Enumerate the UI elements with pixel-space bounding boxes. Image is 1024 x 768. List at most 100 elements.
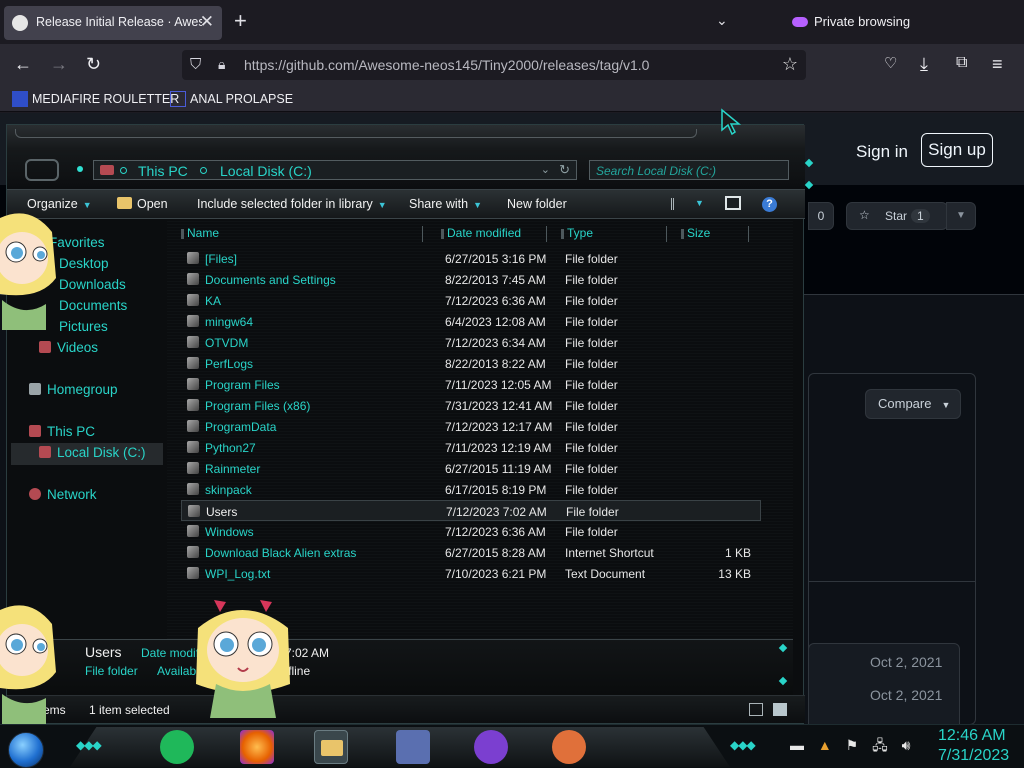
- file-explorer-window[interactable]: This PC Local Disk (C:) ⌄ ↻ Search Local…: [6, 124, 805, 724]
- flag-icon[interactable]: ⚑: [846, 737, 859, 753]
- tracking-protection-shield-icon[interactable]: ⛉: [190, 56, 201, 73]
- file-date-modified: 6/27/2015 8:28 AM: [445, 546, 546, 560]
- file-row[interactable]: [Files] 6/27/2015 3:16 PM File folder: [181, 248, 761, 269]
- file-row[interactable]: WPI_Log.txt 7/10/2023 6:21 PM Text Documen…: [181, 563, 761, 584]
- downloads-icon[interactable]: ⤓: [920, 54, 928, 75]
- file-row[interactable]: Program Files (x86) 7/31/2023 12:41 AM Fil…: [181, 395, 761, 416]
- url-bar[interactable]: ⛉ 🔒︎ https://github.com/Awesome-neos145/…: [182, 50, 806, 80]
- refresh-icon[interactable]: ↻: [559, 162, 570, 178]
- clock-time[interactable]: 12:46 AM: [938, 727, 1006, 745]
- back-forward-orb[interactable]: [25, 159, 59, 181]
- star-button[interactable]: ☆ Star 1: [846, 202, 948, 230]
- reload-icon[interactable]: ↻: [86, 54, 101, 75]
- nav-homegroup[interactable]: Homegroup: [29, 382, 118, 397]
- file-row[interactable]: Python27 7/11/2023 12:19 AM File folder: [181, 437, 761, 458]
- compare-label: Compare: [878, 396, 932, 411]
- private-firefox-icon[interactable]: [474, 730, 508, 764]
- fork-count[interactable]: 0: [808, 202, 834, 230]
- media-app-icon[interactable]: [552, 730, 586, 764]
- file-date-modified: 7/12/2023 6:36 AM: [445, 294, 546, 308]
- file-type-icon: [187, 294, 199, 306]
- file-list-pane[interactable]: Name Date modified Type Size [Files] 6/27…: [167, 219, 793, 639]
- github-icon: [12, 15, 28, 31]
- column-header-date[interactable]: Date modified: [441, 226, 547, 242]
- nav-videos[interactable]: Videos: [39, 340, 98, 355]
- file-row[interactable]: Program Files 7/11/2023 12:05 AM File fold…: [181, 374, 761, 395]
- file-row[interactable]: Download Black Alien extras 6/27/2015 8:2…: [181, 542, 761, 563]
- open-button[interactable]: Open: [117, 197, 168, 211]
- extensions-icon[interactable]: ⧉: [956, 54, 967, 72]
- file-row[interactable]: Users 7/12/2023 7:02 AM File folder: [181, 500, 761, 521]
- lock-icon[interactable]: 🔒︎: [218, 56, 225, 73]
- system-tray: ▬ ▲ ⚑ 🖧︎ 🔊︎: [790, 735, 910, 759]
- bookmark-star-icon[interactable]: ☆: [782, 54, 798, 75]
- nav-desktop[interactable]: Desktop: [59, 256, 109, 271]
- sign-up-button[interactable]: Sign up: [921, 133, 993, 167]
- notes-app-icon[interactable]: [160, 730, 194, 764]
- star-dropdown-caret-icon[interactable]: ▼: [946, 202, 976, 230]
- nav-pictures[interactable]: Pictures: [59, 319, 108, 334]
- tray-app-icon[interactable]: ▲: [818, 737, 832, 753]
- column-header-type[interactable]: Type: [561, 226, 667, 242]
- action-center-icon[interactable]: ▬: [790, 737, 804, 753]
- pocket-icon[interactable]: ♡: [884, 54, 897, 72]
- network-icon[interactable]: 🖧︎: [872, 737, 888, 753]
- clock-date[interactable]: 7/31/2023: [938, 747, 1009, 765]
- explorer-title-frame[interactable]: [7, 125, 805, 149]
- bookmark-mediafire[interactable]: MEDIAFIRE ROULETTER: [12, 91, 179, 107]
- nav-network[interactable]: Network: [29, 487, 97, 502]
- nav-this-pc[interactable]: This PC: [29, 424, 95, 439]
- breadcrumb-this-pc[interactable]: This PC: [138, 163, 188, 179]
- file-explorer-taskbar-icon[interactable]: [314, 730, 348, 764]
- file-type: File folder: [565, 273, 618, 287]
- details-view-icon[interactable]: [749, 703, 763, 716]
- close-tab-icon[interactable]: ✕: [200, 12, 214, 32]
- address-dropdown-chevron-icon[interactable]: ⌄: [541, 163, 550, 176]
- search-placeholder[interactable]: Search Local Disk (C:): [596, 164, 716, 178]
- start-orb-icon[interactable]: [8, 732, 44, 768]
- file-row[interactable]: mingw64 6/4/2023 12:08 AM File folder: [181, 311, 761, 332]
- address-bar[interactable]: This PC Local Disk (C:) ⌄ ↻: [93, 160, 577, 180]
- new-folder-button[interactable]: New folder: [507, 197, 567, 211]
- firefox-icon[interactable]: [240, 730, 274, 764]
- file-row[interactable]: OTVDM 7/12/2023 6:34 AM File folder: [181, 332, 761, 353]
- bookmark-second[interactable]: ANAL PROLAPSE: [170, 91, 293, 107]
- include-in-library-button[interactable]: Include selected folder in library ▼: [197, 197, 387, 211]
- volume-icon[interactable]: 🔊︎: [902, 737, 911, 753]
- file-type-icon: [188, 505, 200, 517]
- nav-local-disk[interactable]: Local Disk (C:): [39, 445, 146, 460]
- caret-down-icon[interactable]: ▼: [695, 198, 704, 208]
- file-row[interactable]: Documents and Settings 8/22/2013 7:45 AM F…: [181, 269, 761, 290]
- file-row[interactable]: KA 7/12/2023 6:36 AM File folder: [181, 290, 761, 311]
- file-row[interactable]: Windows 7/12/2023 6:36 AM File folder: [181, 521, 761, 542]
- column-header-name[interactable]: Name: [181, 226, 423, 242]
- file-type: File folder: [565, 336, 618, 350]
- preview-pane-icon[interactable]: [725, 196, 741, 210]
- nav-downloads[interactable]: Downloads: [59, 277, 126, 292]
- cartoon-character-sticker: [0, 213, 56, 330]
- url-text[interactable]: https://github.com/Awesome-neos145/Tiny2…: [244, 57, 649, 73]
- recent-locations-dot-icon[interactable]: [77, 166, 83, 172]
- nav-documents[interactable]: Documents: [59, 298, 127, 313]
- breadcrumb-separator-icon[interactable]: [200, 167, 207, 174]
- compare-button[interactable]: Compare ▼: [865, 389, 961, 419]
- file-row[interactable]: ProgramData 7/12/2023 12:17 AM File folder: [181, 416, 761, 437]
- new-tab-button[interactable]: +: [234, 8, 247, 34]
- column-header-size[interactable]: Size: [681, 226, 749, 242]
- forward-arrow-icon[interactable]: →: [50, 54, 68, 75]
- browser-tab[interactable]: Release Initial Release · Awesome-neos14…: [4, 6, 222, 40]
- control-panel-icon[interactable]: [396, 730, 430, 764]
- sign-in-link[interactable]: Sign in: [856, 142, 908, 162]
- back-arrow-icon[interactable]: ←: [14, 54, 32, 75]
- search-box[interactable]: Search Local Disk (C:): [589, 160, 789, 180]
- menu-hamburger-icon[interactable]: ≡: [992, 54, 1003, 75]
- breadcrumb-separator-icon[interactable]: [120, 167, 127, 174]
- breadcrumb-local-disk[interactable]: Local Disk (C:): [220, 163, 312, 179]
- file-row[interactable]: Rainmeter 6/27/2015 11:19 AM File folder: [181, 458, 761, 479]
- file-row[interactable]: skinpack 6/17/2015 8:19 PM File folder: [181, 479, 761, 500]
- file-row[interactable]: PerfLogs 8/22/2013 8:22 AM File folder: [181, 353, 761, 374]
- share-with-button[interactable]: Share with ▼: [409, 197, 482, 211]
- large-icons-view-icon[interactable]: [773, 703, 787, 716]
- change-view-icon[interactable]: [671, 198, 685, 210]
- list-tabs-chevron-icon[interactable]: ⌄: [716, 12, 728, 29]
